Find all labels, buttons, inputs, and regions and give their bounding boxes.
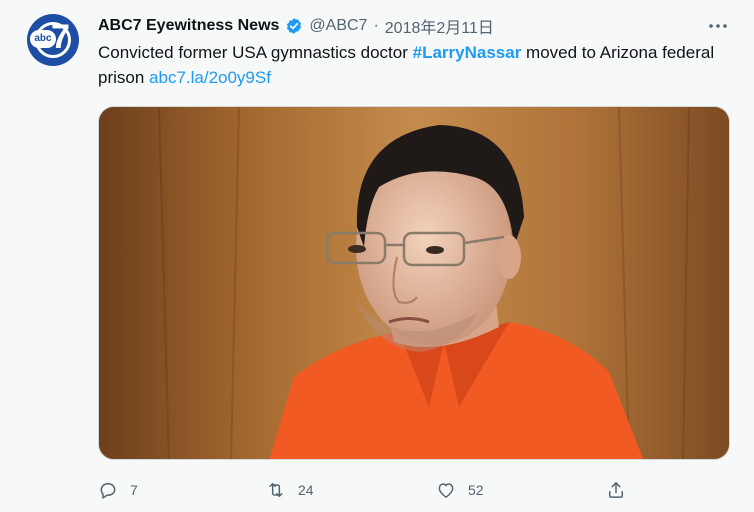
reply-button[interactable]: 7 — [98, 476, 138, 504]
tweet-media-photo[interactable] — [98, 106, 730, 460]
reply-count: 7 — [130, 482, 138, 498]
hashtag-link[interactable]: #LarryNassar — [413, 43, 522, 62]
separator-dot: · — [373, 17, 379, 34]
avatar[interactable]: 7 abc — [27, 14, 79, 66]
avatar-logo-abc: abc — [30, 30, 56, 48]
reply-icon — [100, 483, 116, 499]
retweet-icon — [269, 483, 283, 497]
share-button[interactable] — [606, 476, 626, 504]
tweet-text-start: Convicted former USA gymnastics doctor — [98, 43, 413, 62]
like-icon — [438, 483, 454, 498]
photo-illustration — [99, 107, 729, 459]
tweet-text: Convicted former USA gymnastics doctor #… — [98, 40, 718, 90]
retweet-button[interactable]: 24 — [266, 476, 314, 504]
retweet-count: 24 — [298, 482, 314, 498]
like-button[interactable]: 52 — [436, 476, 484, 504]
tweet-date[interactable]: 2018年2月11日 — [385, 14, 494, 38]
action-bar: 7 24 52 — [98, 476, 730, 504]
article-link[interactable]: abc7.la/2o0y9Sf — [149, 68, 271, 87]
verified-badge-icon — [285, 17, 303, 35]
tweet[interactable]: 7 abc ABC7 Eyewitness News @ABC7 · 2018年… — [0, 0, 754, 512]
handle[interactable]: @ABC7 — [309, 17, 367, 35]
like-count: 52 — [468, 482, 484, 498]
more-icon[interactable] — [706, 14, 730, 38]
tweet-header: ABC7 Eyewitness News @ABC7 · 2018年2月11日 — [98, 14, 494, 38]
display-name[interactable]: ABC7 Eyewitness News — [98, 17, 279, 35]
share-icon — [609, 482, 623, 498]
